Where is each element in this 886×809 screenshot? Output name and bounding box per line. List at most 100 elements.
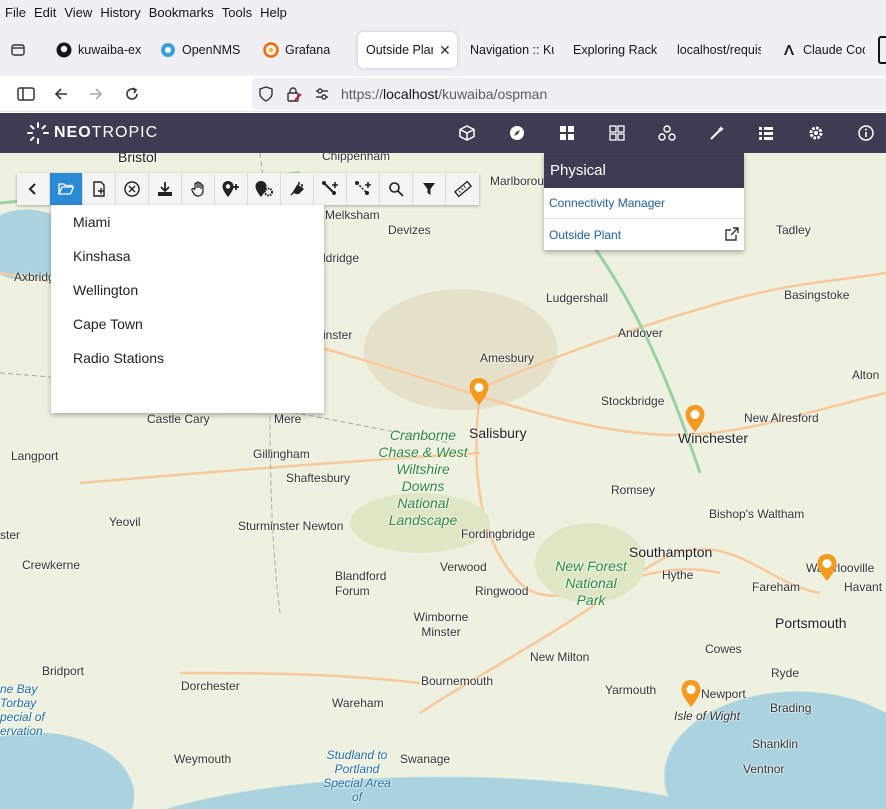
tab-kuwaiba[interactable]: kuwaiba-ex bbox=[56, 32, 142, 68]
view-item-miami[interactable]: Miami bbox=[51, 205, 324, 239]
tab-overview-button[interactable] bbox=[10, 32, 32, 68]
grid-outline-icon[interactable] bbox=[607, 123, 627, 143]
connectivity-manager-link[interactable]: Connectivity Manager bbox=[544, 188, 744, 219]
claude-icon bbox=[781, 42, 797, 58]
lock-warning-icon[interactable] bbox=[286, 86, 302, 107]
menu-bookmarks[interactable]: Bookmarks bbox=[145, 5, 218, 20]
search-icon[interactable] bbox=[380, 173, 413, 205]
tab-claude-code[interactable]: Claude Cod bbox=[781, 32, 865, 68]
hand-icon[interactable] bbox=[182, 173, 215, 205]
url-bar[interactable]: https://localhost/kuwaiba/ospman bbox=[252, 78, 886, 110]
tab-grafana[interactable]: Grafana bbox=[263, 32, 333, 68]
add-marker-icon[interactable] bbox=[215, 173, 248, 205]
tab-label: Exploring Rack1 bbox=[573, 43, 657, 57]
map-label: Sturminster Newton bbox=[238, 519, 343, 534]
map-label: Cowes bbox=[705, 642, 742, 656]
download-icon[interactable] bbox=[149, 173, 182, 205]
map-label: Fareham bbox=[752, 580, 801, 594]
menu-history[interactable]: History bbox=[96, 5, 144, 20]
map-sea-label: ne Bay Torbay pecial of ervation bbox=[0, 682, 45, 738]
menu-help[interactable]: Help bbox=[256, 5, 291, 20]
close-circle-icon[interactable] bbox=[116, 173, 149, 205]
tab-exploring-rack[interactable]: Exploring Rack1 bbox=[573, 32, 657, 68]
grid-filled-icon[interactable] bbox=[557, 123, 577, 143]
tab-navigation[interactable]: Navigation :: Ku bbox=[470, 32, 554, 68]
tab-localhost-requests[interactable]: localhost/requis bbox=[677, 32, 761, 68]
physical-menu: Physical Connectivity Manager Outside Pl… bbox=[544, 153, 744, 250]
map-label: Newport bbox=[701, 687, 746, 701]
url-text[interactable]: https://localhost/kuwaiba/ospman bbox=[341, 86, 547, 102]
map-label: Dorchester bbox=[181, 679, 240, 693]
location-marker-icon[interactable] bbox=[816, 553, 838, 583]
outside-plant-link[interactable]: Outside Plant bbox=[544, 219, 744, 250]
map-label: Ventnor bbox=[743, 762, 785, 776]
add-connection-icon[interactable] bbox=[314, 173, 347, 205]
location-marker-icon[interactable] bbox=[680, 679, 702, 709]
tab-close-icon[interactable]: ✕ bbox=[439, 42, 451, 59]
cube-icon[interactable] bbox=[457, 123, 477, 143]
map-label: Alton bbox=[852, 368, 880, 382]
marker-settings-icon[interactable] bbox=[248, 173, 281, 205]
external-link-icon[interactable] bbox=[724, 227, 739, 245]
url-host: localhost bbox=[383, 86, 439, 102]
plug-icon[interactable] bbox=[281, 173, 314, 205]
filter-icon[interactable] bbox=[413, 173, 446, 205]
tab-label: Navigation :: Ku bbox=[470, 43, 554, 57]
tab-label: Claude Cod bbox=[803, 43, 865, 57]
reload-icon[interactable] bbox=[120, 82, 144, 106]
grafana-icon bbox=[263, 42, 279, 58]
back-icon[interactable] bbox=[17, 173, 50, 205]
neotropic-logo[interactable]: NEO TROPIC bbox=[26, 121, 158, 145]
view-item-radio-stations[interactable]: Radio Stations bbox=[51, 341, 324, 375]
menu-view[interactable]: View bbox=[60, 5, 96, 20]
sidebar-toggle-icon[interactable] bbox=[14, 82, 38, 106]
magic-wand-icon[interactable] bbox=[707, 123, 727, 143]
tab-opennms[interactable]: OpenNMS V bbox=[160, 32, 242, 68]
map-label: Castle Cary bbox=[147, 412, 210, 426]
folder-open-icon[interactable] bbox=[50, 173, 83, 205]
view-item-wellington[interactable]: Wellington bbox=[51, 273, 324, 307]
tab-overflow[interactable] bbox=[878, 36, 886, 64]
map-label: Ludgershall bbox=[546, 291, 609, 305]
menu-item-label: Connectivity Manager bbox=[549, 196, 666, 210]
location-marker-icon[interactable] bbox=[684, 404, 706, 434]
map-label: New Milton bbox=[530, 650, 590, 664]
tab-label: Outside Plan bbox=[366, 43, 433, 57]
menu-bar: File Edit View History Bookmarks Tools H… bbox=[0, 0, 886, 24]
location-marker-icon[interactable] bbox=[468, 377, 490, 407]
ruler-icon[interactable] bbox=[446, 173, 479, 205]
info-icon[interactable] bbox=[856, 123, 876, 143]
map-label: Chippenham bbox=[322, 153, 391, 163]
menu-file[interactable]: File bbox=[0, 5, 30, 20]
compass-icon[interactable] bbox=[507, 123, 527, 143]
tab-label: kuwaiba-ex bbox=[78, 43, 142, 57]
forward-arrow-icon[interactable] bbox=[84, 82, 108, 106]
map-label: Hythe bbox=[662, 568, 694, 582]
permissions-icon[interactable] bbox=[314, 86, 330, 107]
back-arrow-icon[interactable] bbox=[49, 82, 73, 106]
map-label-text: Sturminster Newton bbox=[238, 519, 344, 533]
map-label: Romsey bbox=[611, 483, 656, 497]
map-label: Blandford Forum bbox=[335, 569, 387, 598]
map-label: Swanage bbox=[400, 752, 451, 766]
map-label: Tadley bbox=[776, 223, 811, 237]
map-label: Devizes bbox=[388, 223, 431, 237]
logo-text-bold: NEO bbox=[54, 124, 92, 141]
map-label: Weymouth bbox=[174, 752, 232, 766]
menu-edit[interactable]: Edit bbox=[30, 5, 60, 20]
new-file-icon[interactable] bbox=[83, 173, 116, 205]
map-label: Yarmouth bbox=[605, 683, 657, 697]
tab-outside-plant[interactable]: Outside Plan ✕ bbox=[358, 32, 457, 68]
list-icon[interactable] bbox=[756, 123, 776, 143]
map-area-label: Cranborne Chase & West Wiltshire Downs N… bbox=[378, 427, 468, 528]
shield-icon[interactable] bbox=[258, 86, 274, 107]
map-label: Bishop's Waltham bbox=[709, 507, 805, 521]
view-item-cape-town[interactable]: Cape Town bbox=[51, 307, 324, 341]
view-item-kinshasa[interactable]: Kinshasa bbox=[51, 239, 324, 273]
menu-tools[interactable]: Tools bbox=[218, 5, 256, 20]
map-label: New Alresford bbox=[744, 411, 819, 425]
gear-icon[interactable] bbox=[806, 123, 826, 143]
map-label: Amesbury bbox=[480, 351, 535, 365]
network-icon[interactable] bbox=[657, 123, 677, 143]
edit-connection-icon[interactable] bbox=[347, 173, 380, 205]
